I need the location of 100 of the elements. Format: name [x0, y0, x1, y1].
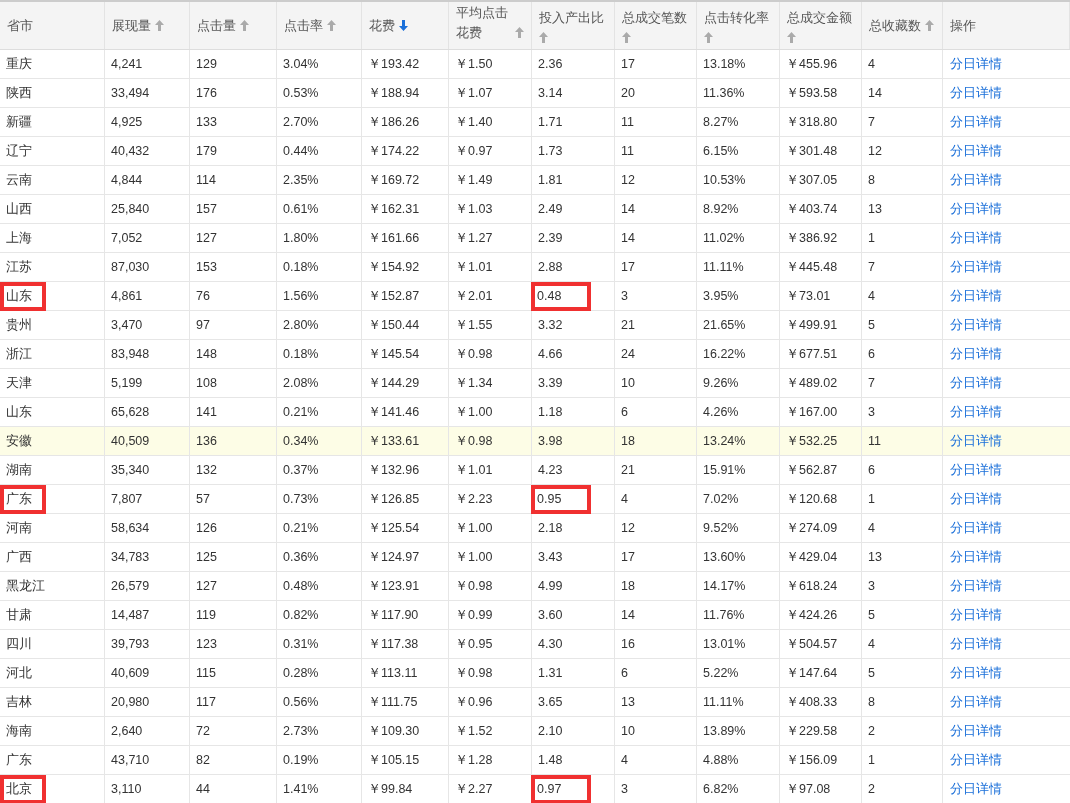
daily-details-link[interactable]: 分日详情 [950, 373, 1002, 393]
table-cell-text: 157 [196, 200, 217, 218]
daily-details-link[interactable]: 分日详情 [950, 460, 1002, 480]
table-cell-text: 4.30 [538, 635, 563, 653]
table-cell-text: 11 [621, 142, 634, 160]
arrow-up-icon[interactable] [787, 32, 796, 43]
table-cell-text: ￥408.33 [786, 693, 838, 711]
daily-details-link[interactable]: 分日详情 [950, 344, 1002, 364]
table-cell-text: 13.60% [703, 548, 746, 566]
daily-details-link[interactable]: 分日详情 [950, 605, 1002, 625]
table-cell-text: 江苏 [6, 258, 32, 276]
daily-details-link[interactable]: 分日详情 [950, 750, 1002, 770]
table-cell-text: ￥1.55 [455, 316, 493, 334]
arrow-up-icon[interactable] [704, 32, 713, 43]
table-cell-text: 39,793 [111, 635, 150, 653]
daily-details-link[interactable]: 分日详情 [950, 199, 1002, 219]
column-header[interactable]: 总成交笔数 [615, 2, 697, 49]
daily-details-link[interactable]: 分日详情 [950, 54, 1002, 74]
arrow-up-icon[interactable] [925, 20, 934, 31]
table-cell-text: 6.82% [703, 780, 739, 798]
column-header[interactable]: 点击量 [190, 2, 277, 49]
table-cell-text: ￥0.98 [455, 664, 493, 682]
arrow-up-icon[interactable] [515, 27, 524, 38]
column-header[interactable]: 投入产出比 [532, 2, 615, 49]
column-header[interactable]: 总收藏数 [862, 2, 943, 49]
table-cell-text: 6 [868, 345, 875, 363]
table-cell-text: 57 [196, 490, 210, 508]
daily-details-link[interactable]: 分日详情 [950, 663, 1002, 683]
daily-details-link[interactable]: 分日详情 [950, 634, 1002, 654]
table-cell-text: 21 [621, 316, 635, 334]
table-cell-text: 13.18% [703, 55, 746, 73]
table-cell-text: 河北 [6, 664, 32, 682]
table-cell-text: 44 [196, 780, 210, 798]
table-cell-text: ￥1.01 [455, 258, 493, 276]
table-cell-text: 14.17% [703, 577, 746, 595]
arrow-up-icon[interactable] [622, 32, 631, 43]
table-cell-text: 25,840 [111, 200, 150, 218]
table-cell-text: 河南 [6, 519, 32, 537]
table-cell-text: ￥1.40 [455, 113, 493, 131]
table-cell-text: 10 [621, 722, 635, 740]
daily-details-link[interactable]: 分日详情 [950, 402, 1002, 422]
table-cell: 0.95 [531, 484, 591, 514]
daily-details-link[interactable]: 分日详情 [950, 779, 1002, 799]
column-header[interactable]: 展现量 [105, 2, 190, 49]
daily-details-link[interactable]: 分日详情 [950, 692, 1002, 712]
daily-details-link[interactable]: 分日详情 [950, 170, 1002, 190]
daily-details-link[interactable]: 分日详情 [950, 576, 1002, 596]
daily-details-link[interactable]: 分日详情 [950, 315, 1002, 335]
table-cell-text: 0.18% [283, 258, 319, 276]
table-cell-text: ￥162.31 [368, 200, 420, 218]
daily-details-link[interactable]: 分日详情 [950, 257, 1002, 277]
table-cell-text: 3.39 [538, 374, 563, 392]
table-cell-text: 119 [196, 606, 216, 624]
column-header[interactable]: 平均点击花费 [449, 2, 532, 49]
arrow-up-icon[interactable] [539, 32, 548, 43]
daily-details-link[interactable]: 分日详情 [950, 228, 1002, 248]
table-cell-text: ￥1.00 [455, 548, 493, 566]
daily-details-link[interactable]: 分日详情 [950, 286, 1002, 306]
table-cell-text: 0.82% [283, 606, 319, 624]
table-cell-text: ￥1.07 [455, 84, 493, 102]
column-header[interactable]: 省市 [0, 2, 105, 49]
daily-details-link[interactable]: 分日详情 [950, 431, 1002, 451]
daily-details-link[interactable]: 分日详情 [950, 83, 1002, 103]
column-header[interactable]: 操作 [943, 2, 1070, 49]
table-cell-text: ￥144.29 [368, 374, 420, 392]
table-cell-text: 5 [868, 664, 875, 682]
table-cell-text: ￥0.95 [455, 635, 493, 653]
table-cell-text: 0.61% [283, 200, 319, 218]
table-cell-text: 13.89% [703, 722, 746, 740]
column-header[interactable]: 点击率 [277, 2, 362, 49]
table-cell-text: 4,844 [111, 171, 143, 189]
table-cell-text: 76 [196, 287, 210, 305]
daily-details-link[interactable]: 分日详情 [950, 518, 1002, 538]
column-header[interactable]: 点击转化率 [697, 2, 780, 49]
arrow-up-icon[interactable] [155, 20, 164, 31]
table-cell-text: 5 [868, 606, 875, 624]
table-cell-text: ￥0.98 [455, 577, 493, 595]
table-cell-text: 1.73 [538, 142, 563, 160]
table-cell-text: 40,432 [111, 142, 150, 160]
table-cell-text: 6 [621, 403, 628, 421]
table-cell-text: 2 [868, 780, 875, 798]
table-cell-text: ￥152.87 [368, 287, 420, 305]
table-cell-text: 0.44% [283, 142, 319, 160]
table-cell-text: 上海 [6, 229, 32, 247]
table-cell-text: 3.14 [538, 84, 563, 102]
table-cell-text: 4.66 [538, 345, 563, 363]
table-cell-text: 126 [196, 519, 217, 537]
table-cell-text: 20,980 [111, 693, 150, 711]
column-header[interactable]: 花费 [362, 2, 449, 49]
daily-details-link[interactable]: 分日详情 [950, 547, 1002, 567]
daily-details-link[interactable]: 分日详情 [950, 141, 1002, 161]
daily-details-link[interactable]: 分日详情 [950, 112, 1002, 132]
table-cell-text: 11.11% [703, 258, 744, 276]
table-cell-text: 87,030 [111, 258, 150, 276]
arrow-down-icon[interactable] [399, 20, 408, 31]
daily-details-link[interactable]: 分日详情 [950, 489, 1002, 509]
arrow-up-icon[interactable] [240, 20, 249, 31]
arrow-up-icon[interactable] [327, 20, 336, 31]
daily-details-link[interactable]: 分日详情 [950, 721, 1002, 741]
column-header[interactable]: 总成交金额 [780, 2, 862, 49]
